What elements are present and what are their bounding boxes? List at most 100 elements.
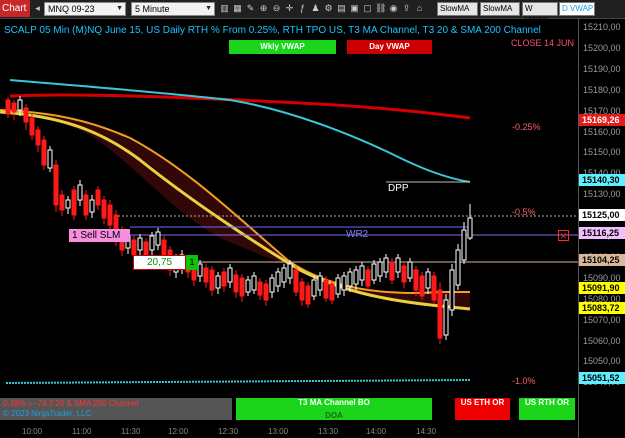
price-label: 15169,26 [579,114,625,126]
order-price-box[interactable]: 20,75 [133,255,186,270]
cancel-order-icon[interactable]: ✕ [558,230,569,241]
candle-up [287,263,293,279]
candle-up [407,261,413,279]
tab-daily-vwap[interactable]: D VWAP [559,2,595,16]
candle-up [47,149,53,169]
t3-channel-bo-panel: T3 MA Channel BO DOA [236,398,432,420]
price-chart[interactable] [0,18,578,438]
bar-type-icon[interactable]: ▥ [219,2,230,15]
price-label: 15083,72 [579,302,625,314]
candle-up [17,99,23,111]
timeframe-selector[interactable]: 5 Minute ▼ [131,2,215,16]
candle-down [323,279,329,299]
close-date-label: CLOSE 14 JUN [511,38,575,48]
chart-trader-icon[interactable]: ▣ [349,2,360,15]
price-axis-tick: 15160,00 [583,126,621,137]
draw-tool-icon[interactable]: ✎ [245,2,256,15]
candle-down [41,139,47,166]
order-quantity[interactable]: 1 [186,255,198,270]
candle-down [437,289,443,339]
copyright-text: © 2023 NinjaTrader, LLC [3,409,92,418]
tab-weekly-vwap[interactable]: W VWAP [522,2,558,25]
properties-icon[interactable]: ⚙ [323,2,334,15]
share-icon[interactable]: ⇪ [401,2,412,15]
day-vwap-button[interactable]: Day VWAP [347,40,432,54]
candle-down [293,269,299,293]
price-label: 15140,30 [579,174,625,186]
timeframe-value: 5 Minute [135,4,170,14]
candle-down [53,164,59,206]
candle-up [449,269,455,311]
candle-down [329,283,335,301]
zoom-in-icon[interactable]: ⊕ [258,2,269,15]
price-axis-tick: 15190,00 [583,63,621,74]
screenshot-icon[interactable]: ◉ [388,2,399,15]
price-axis-tick: 15210,00 [583,22,621,32]
candle-up [155,231,161,246]
weekly-low-line [5,379,471,384]
time-axis-tick: 12:00 [168,427,189,436]
sell-order-marker[interactable]: 1 Sell SLM [69,229,130,242]
candle-down [305,285,311,305]
bottom-overlay-label: DOA [325,411,343,420]
t3-channel-bo-label: T3 MA Channel BO [298,398,370,407]
wr2-label: WR2 [346,229,369,240]
link-icon[interactable]: ⛓ [375,2,386,15]
candle-up [311,279,317,297]
dpp-label: DPP [388,183,409,194]
candle-down [59,194,65,211]
toolbar: Chart ◂ MNQ 09-23 ▼ 5 Minute ▼ ▥ ▦ ✎ ⊕ ⊖… [0,0,625,25]
candle-down [233,274,239,293]
strategies-icon[interactable]: ♟ [310,2,321,15]
candle-down [29,117,35,136]
price-axis-tick: 15060,00 [583,335,621,346]
candle-down [209,269,215,291]
candle-up [65,199,71,209]
chart-menu-label[interactable]: Chart [0,0,30,17]
workspace-icon[interactable]: ⌂ [414,2,425,15]
candle-down [107,204,113,226]
weekly-vwap-button[interactable]: Wkly VWAP [229,40,336,54]
candle-down [257,281,263,296]
price-axis-tick: 15200,00 [583,42,621,53]
pct-label-10: -1.0% [512,376,536,386]
candle-down [203,267,209,283]
candle-up [317,275,323,291]
us-eth-or-panel: US ETH OR [455,398,510,420]
candle-up [395,257,401,273]
candle-up [377,261,383,277]
candle-up [89,199,95,213]
candle-down [83,194,89,216]
indicators-icon[interactable]: ƒ [297,2,308,15]
crosshair-icon[interactable]: ✛ [284,2,295,15]
pct-label-05: -0.5% [512,207,536,217]
candle-down [131,239,137,256]
candle-up [197,263,203,277]
channel-status-text: 0.49% = -74.3 20 & SMA 200 Channel [3,399,139,408]
toolbar-arrow-icon[interactable]: ◂ [32,2,43,15]
candle-up [455,249,461,286]
candle-up [425,271,431,289]
tab-slowma-1[interactable]: SlowMA [437,2,478,16]
price-axis[interactable]: 15210,00 15200,00 15190,00 15180,00 15170,00… [578,18,625,438]
price-label: 15091,90 [579,282,625,294]
tab-slowma-2[interactable]: SlowMA [480,2,520,16]
candle-up [137,237,143,251]
zoom-out-icon[interactable]: ⊖ [271,2,282,15]
instrument-selector[interactable]: MNQ 09-23 ▼ [44,2,126,16]
candle-up [245,279,251,293]
candle-down [431,275,437,301]
candle-up [359,265,365,281]
pct-label-025: -0.25% [512,122,541,132]
candle-down [263,283,269,301]
data-box-icon[interactable]: ▢ [362,2,373,15]
candle-up [269,277,275,293]
candle-up [335,277,341,295]
candle-up [371,263,377,281]
chart-style-icon[interactable]: ▦ [232,2,243,15]
candle-down [299,281,305,301]
template-icon[interactable]: ▤ [336,2,347,15]
candle-up [227,267,233,283]
candle-down [389,261,395,281]
candle-down [35,129,41,146]
